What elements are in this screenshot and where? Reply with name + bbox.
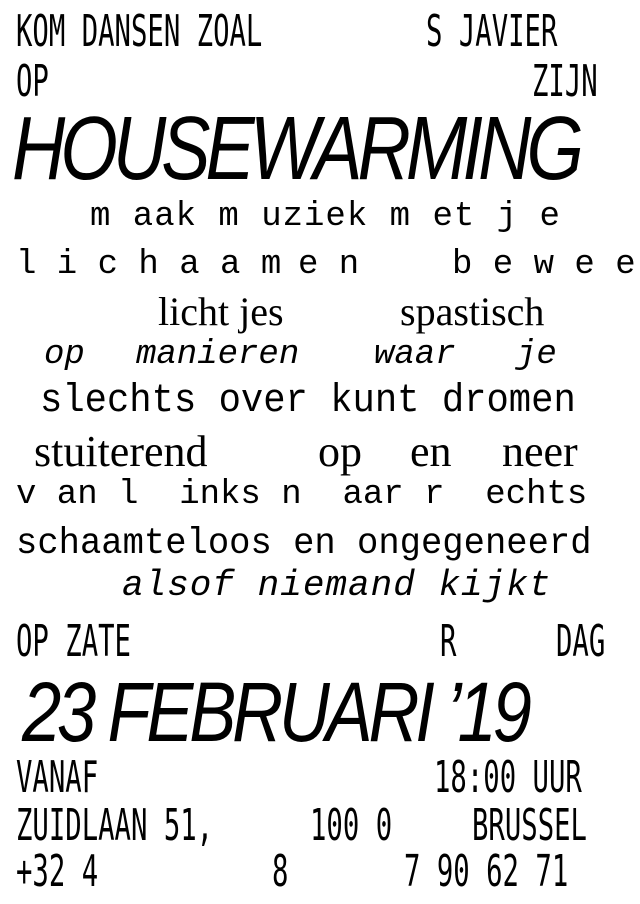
- body-line7: v an l inks n aar r echts: [16, 476, 588, 514]
- date-prefix-mid: R: [440, 616, 457, 667]
- body-line5: slechts over kunt dromen: [40, 379, 576, 424]
- body-line2-b: e n: [298, 246, 360, 284]
- address-postcode: 100 0: [310, 800, 393, 851]
- body-line3-b: spastisch: [400, 289, 545, 334]
- body-line9: alsof niemand kijkt: [122, 565, 552, 606]
- phone-part-3: 7 90 62 71: [404, 846, 569, 897]
- poster: KOM DANSEN ZOAL S JAVIER OP ZIJN HOUSEWA…: [0, 0, 640, 904]
- header-line2-right: ZIJN: [532, 56, 598, 107]
- header-line1-right: S JAVIER: [426, 6, 558, 57]
- address-city: BRUSSEL: [472, 800, 587, 851]
- header-line1-left: KOM DANSEN ZOAL: [16, 6, 263, 57]
- event-time: 18:00 UUR: [434, 752, 582, 803]
- header-line2-left: OP: [16, 56, 49, 107]
- body-line4-a: op: [44, 336, 85, 374]
- body-line6-d: neer: [502, 427, 578, 476]
- body-line4-d: je: [516, 336, 557, 374]
- phone-part-2: 8: [272, 846, 289, 897]
- body-line1: m aak m uziek m et j e: [90, 198, 561, 236]
- body-line4-b: manieren: [136, 336, 300, 374]
- body-line6-a: stuiterend: [34, 427, 208, 476]
- address-street: ZUIDLAAN 51,: [16, 800, 214, 851]
- body-line2-c: b e w e e g: [452, 246, 636, 284]
- phone-part-1: +32 4: [16, 846, 99, 897]
- date-prefix-left: OP ZATE: [16, 616, 131, 667]
- from-label: VANAF: [16, 752, 99, 803]
- page-title: HOUSEWARMING: [12, 99, 584, 199]
- body-line3-a: licht jes: [158, 289, 284, 334]
- body-line6-b: op: [318, 427, 362, 476]
- date-prefix-right: DAG: [556, 616, 606, 667]
- event-date: 23 FEBRUARI ’19: [22, 665, 532, 759]
- body-line2-a: l i c h a a m: [16, 246, 282, 284]
- body-line8: schaamteloos en ongegeneerd: [16, 523, 592, 565]
- body-line4-c: waar: [374, 336, 456, 374]
- body-line6-c: en: [410, 427, 452, 476]
